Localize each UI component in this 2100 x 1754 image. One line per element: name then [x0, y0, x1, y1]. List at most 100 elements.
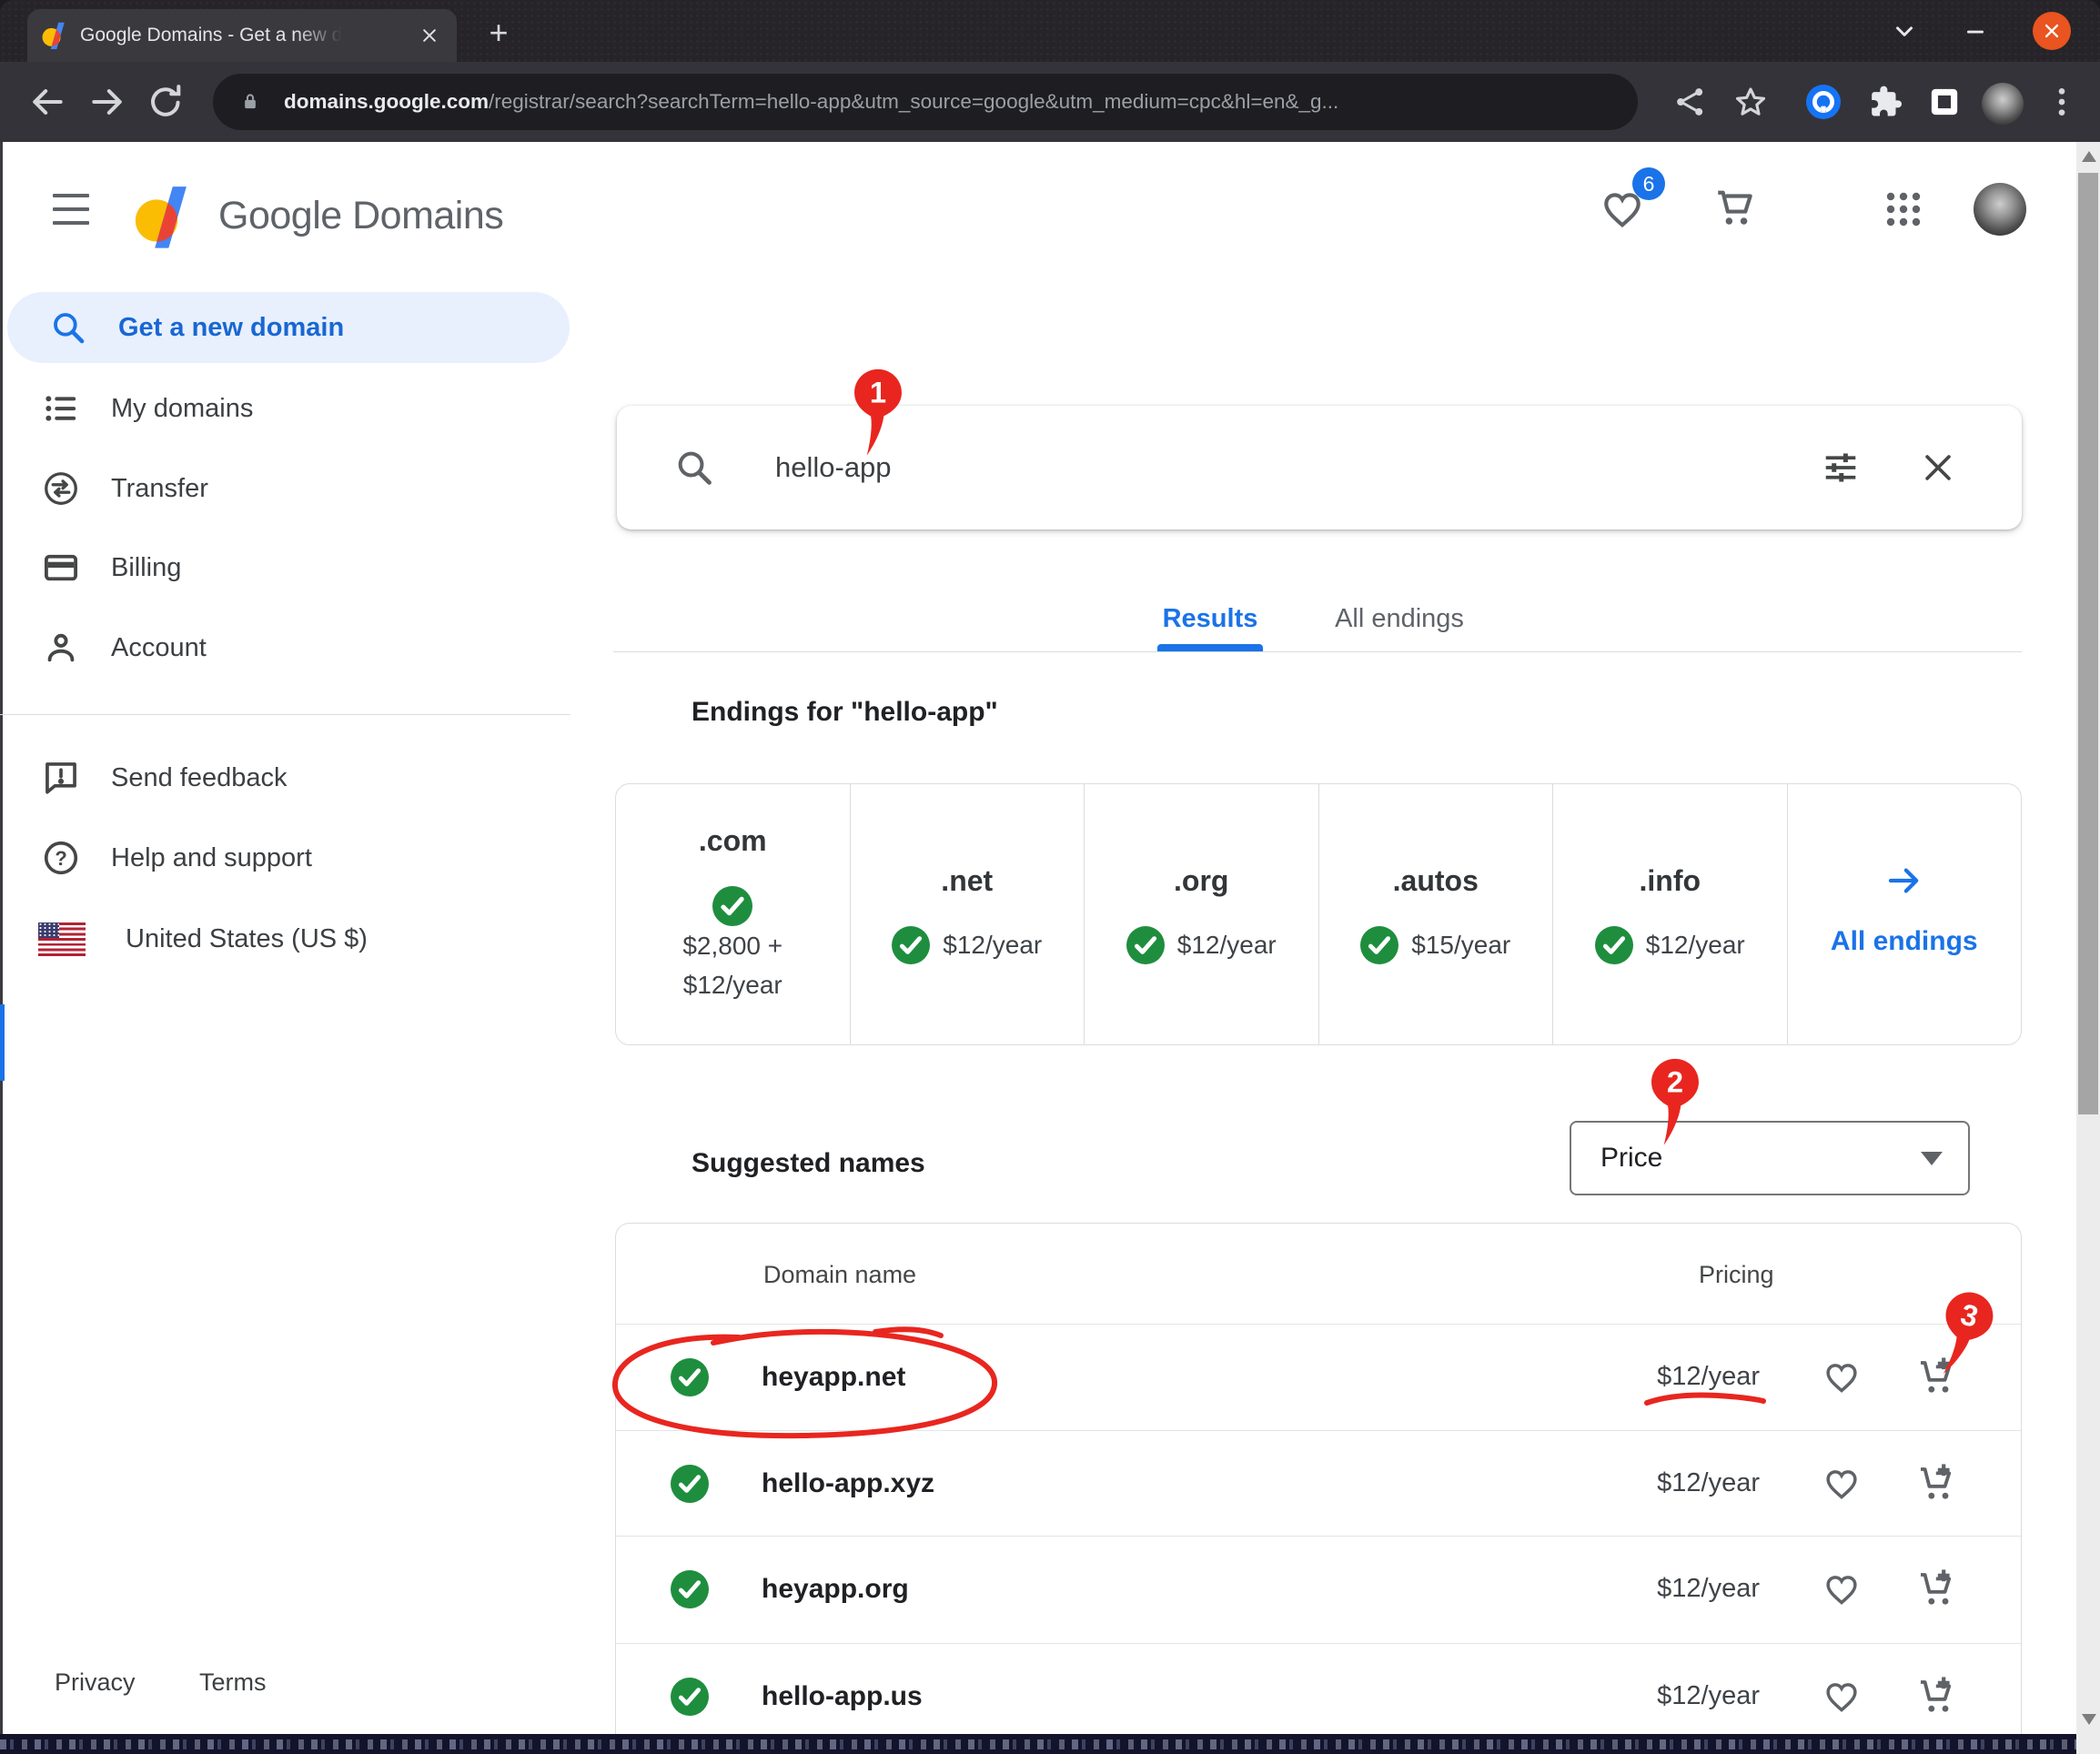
svg-text:2: 2 [1667, 1064, 1683, 1098]
sidebar-divider [0, 714, 570, 715]
filter-tune-icon[interactable] [1820, 447, 1862, 489]
ending-card-com[interactable]: .com $2,800 + $12/year [616, 784, 850, 1044]
onepassword-extension-icon[interactable] [1805, 84, 1842, 120]
favorite-heart-icon[interactable] [1822, 1570, 1861, 1608]
sort-by-dropdown[interactable]: Price [1570, 1121, 1970, 1195]
sidebar-extension-icon[interactable] [1929, 86, 1960, 117]
left-edge-indicator [0, 1004, 5, 1081]
sidebar-item-account[interactable]: Account [0, 608, 570, 688]
google-domains-favicon [42, 22, 67, 49]
ending-card-autos[interactable]: .autos $15/year [1318, 784, 1553, 1044]
tld-label: .com [616, 824, 850, 858]
url-host: domains.google.com [284, 90, 489, 113]
available-check-icon [671, 1678, 709, 1716]
sidebar-item-label: My domains [111, 394, 253, 424]
browser-tab[interactable]: Google Domains - Get a new d [27, 9, 457, 62]
browser-window: Google Domains - Get a new d + domains [0, 0, 2100, 1754]
tld-price: $2,800 + $12/year [655, 926, 810, 1004]
sidebar-item-transfer[interactable]: Transfer [0, 449, 570, 529]
endings-cards: .com $2,800 + $12/year .net $12/year .or… [615, 783, 2022, 1045]
tld-price: $12/year [1646, 931, 1745, 960]
sidebar-item-help-support[interactable]: ? Help and support [0, 818, 570, 898]
available-check-icon [892, 926, 930, 964]
sidebar-item-get-new-domain[interactable]: Get a new domain [7, 292, 570, 363]
table-row-heyapp-org[interactable]: heyapp.org $12/year [616, 1536, 2021, 1642]
all-endings-card[interactable]: All endings [1787, 784, 2022, 1044]
tld-price: $15/year [1411, 931, 1510, 960]
account-avatar[interactable] [1974, 183, 2026, 236]
available-check-icon [1595, 926, 1633, 964]
forward-button[interactable] [87, 82, 127, 122]
sidebar-item-locale-currency[interactable]: United States (US $) [0, 899, 570, 979]
active-tab-indicator [1157, 644, 1263, 651]
window-chevron-icon[interactable] [1891, 0, 1929, 62]
sidebar-item-billing[interactable]: Billing [0, 528, 570, 608]
favorite-heart-icon[interactable] [1822, 1678, 1861, 1716]
tab-all-endings[interactable]: All endings [1318, 597, 1481, 640]
sidebar-item-label: Send feedback [111, 763, 287, 793]
favorite-heart-icon[interactable] [1822, 1358, 1861, 1396]
lock-icon [238, 90, 262, 114]
us-flag-icon [38, 922, 86, 956]
sidebar-item-label: Get a new domain [118, 313, 344, 343]
terms-link[interactable]: Terms [199, 1659, 267, 1705]
list-icon [42, 389, 80, 428]
clear-search-icon[interactable] [1918, 448, 1958, 488]
annotation-circle-heyapp-net [604, 1319, 1015, 1450]
tabs-divider [613, 651, 2022, 652]
scrollbar-down-arrow[interactable] [2082, 1714, 2096, 1725]
column-header-domain: Domain name [763, 1251, 916, 1298]
svg-text:1: 1 [870, 375, 886, 408]
titlebar: Google Domains - Get a new d + [0, 0, 2100, 62]
tab-close-icon[interactable] [417, 23, 442, 48]
favorite-heart-icon[interactable] [1822, 1465, 1861, 1503]
product-name[interactable]: Google Domains [218, 187, 503, 244]
browser-menu-kebab-icon[interactable] [2044, 84, 2080, 120]
sidebar-item-send-feedback[interactable]: Send feedback [0, 738, 570, 818]
sidebar-item-my-domains[interactable]: My domains [0, 368, 570, 449]
scrollbar-thumb[interactable] [2078, 173, 2098, 1114]
svg-text:?: ? [55, 847, 66, 870]
sidebar-item-label: Billing [111, 553, 181, 583]
available-check-icon [1126, 926, 1165, 964]
browser-profile-avatar[interactable] [1982, 83, 2024, 125]
window-close-button[interactable] [2033, 12, 2071, 50]
privacy-link[interactable]: Privacy [55, 1659, 136, 1705]
add-to-cart-icon[interactable] [1917, 1675, 1961, 1719]
person-icon [42, 629, 80, 667]
url-bar[interactable]: domains.google.com/registrar/search?sear… [213, 74, 1638, 130]
google-apps-grid-icon[interactable] [1882, 187, 1925, 231]
window-minimize-button[interactable] [1964, 0, 2002, 62]
tld-label: .info [1553, 864, 1787, 898]
available-check-icon [1360, 926, 1398, 964]
ending-card-info[interactable]: .info $12/year [1552, 784, 1787, 1044]
new-tab-button[interactable]: + [480, 15, 517, 51]
transfer-icon [42, 469, 80, 508]
ending-card-org[interactable]: .org $12/year [1084, 784, 1318, 1044]
suggested-names-heading: Suggested names [692, 1143, 925, 1184]
add-to-cart-icon[interactable] [1917, 1462, 1961, 1506]
cart-icon[interactable] [1712, 185, 1758, 230]
tld-label: .net [851, 864, 1085, 898]
bookmark-star-icon[interactable] [1732, 84, 1769, 120]
hamburger-menu-icon[interactable] [53, 194, 89, 225]
cutoff-content-strip [0, 1734, 2100, 1754]
extensions-puzzle-icon[interactable] [1867, 84, 1903, 120]
domain-price: $12/year [1657, 1430, 1760, 1537]
sidebar-item-label: Transfer [111, 474, 208, 504]
help-icon: ? [42, 839, 80, 877]
all-endings-label: All endings [1788, 926, 2022, 957]
sidebar-item-label: United States (US $) [126, 924, 368, 954]
share-icon[interactable] [1672, 84, 1709, 120]
back-button[interactable] [27, 82, 67, 122]
scrollbar-up-arrow[interactable] [2082, 151, 2096, 162]
tab-results[interactable]: Results [1156, 597, 1265, 640]
reload-button[interactable] [146, 82, 186, 122]
google-domains-logo-icon[interactable] [135, 184, 193, 249]
search-icon [49, 308, 87, 347]
url-text: domains.google.com/registrar/search?sear… [284, 90, 1540, 114]
page-content: Google Domains 6 Get a new domain My dom… [0, 142, 2100, 1754]
add-to-cart-icon[interactable] [1917, 1568, 1961, 1611]
ending-card-net[interactable]: .net $12/year [850, 784, 1085, 1044]
domain-search-box[interactable]: hello-app [617, 406, 2022, 529]
